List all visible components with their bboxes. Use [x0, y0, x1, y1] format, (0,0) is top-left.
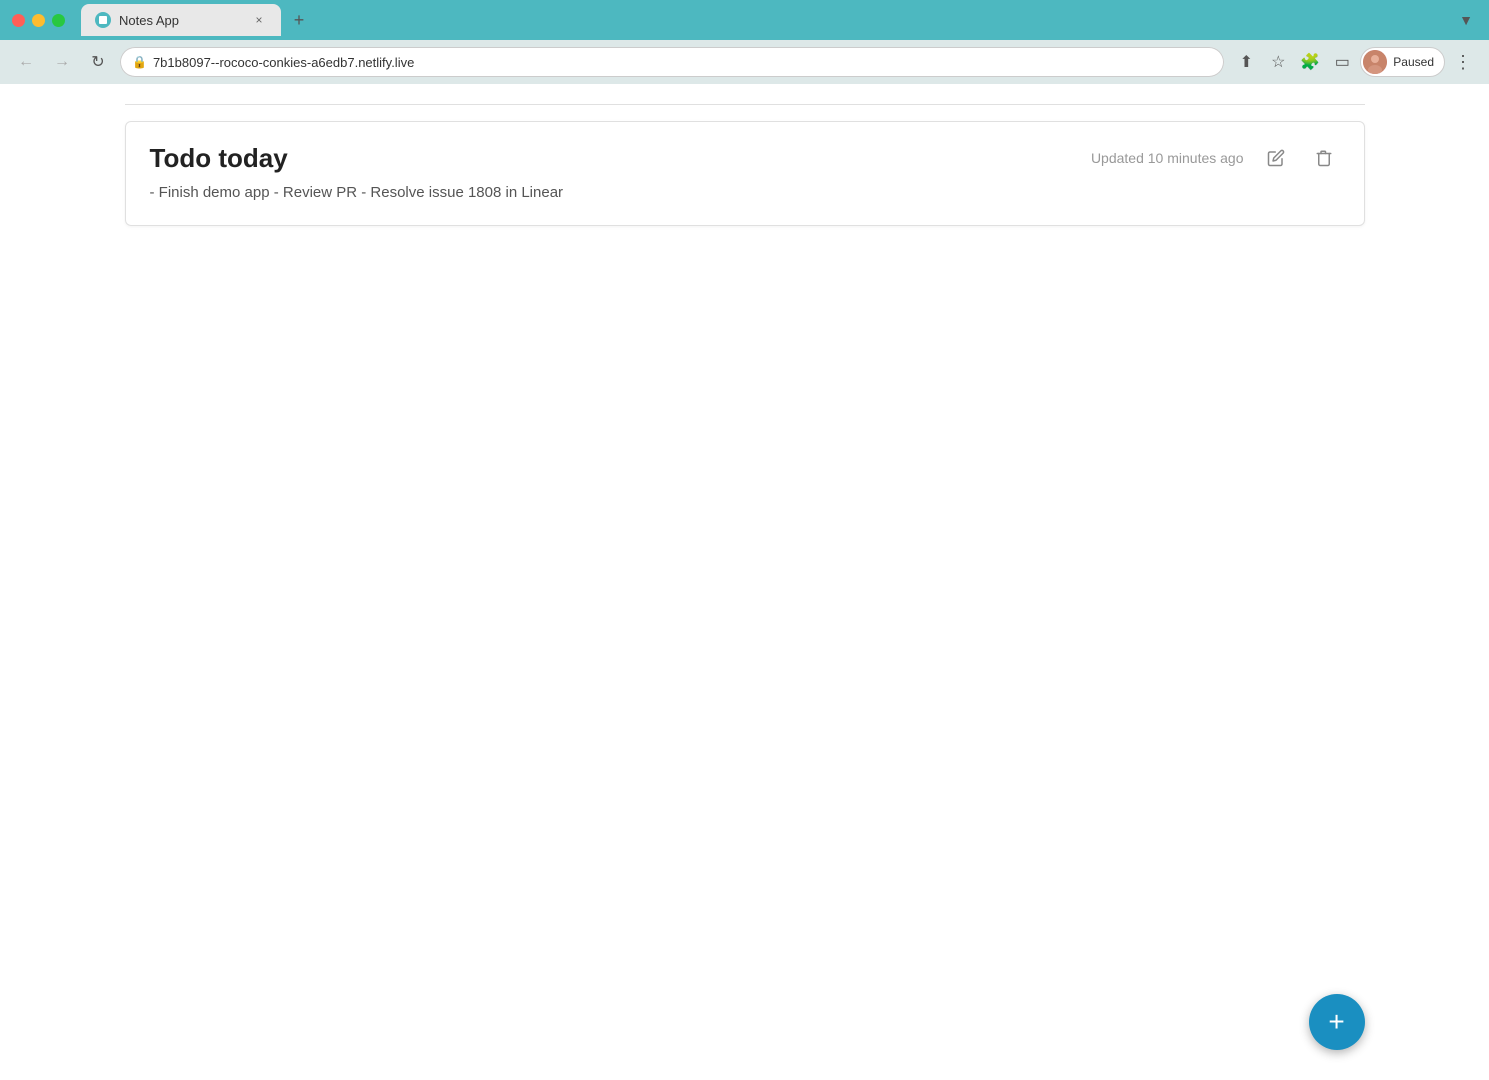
top-divider: [125, 104, 1365, 105]
url-text: 7b1b8097--rococo-conkies-a6edb7.netlify.…: [153, 55, 1212, 70]
back-button[interactable]: ←: [12, 48, 40, 76]
new-tab-button[interactable]: +: [285, 6, 313, 34]
page-content: Todo today Updated 10 minutes ago: [0, 84, 1489, 1080]
avatar: [1363, 50, 1387, 74]
more-icon: ⋮: [1454, 52, 1472, 73]
note-title: Todo today: [150, 143, 288, 174]
share-icon: ⬆: [1240, 52, 1253, 72]
reload-button[interactable]: ↻: [84, 48, 112, 76]
fab-container: +: [1309, 994, 1365, 1050]
close-traffic-light[interactable]: [12, 14, 25, 27]
active-tab[interactable]: Notes App ×: [81, 4, 281, 36]
sidebar-button[interactable]: ▭: [1328, 48, 1356, 76]
address-bar-row: ← → ↻ 🔒 7b1b8097--rococo-conkies-a6edb7.…: [0, 40, 1489, 84]
puzzle-icon: 🧩: [1300, 52, 1320, 72]
note-body: - Finish demo app - Review PR - Resolve …: [150, 182, 1340, 205]
note-card-header: Todo today Updated 10 minutes ago: [150, 142, 1340, 174]
note-updated-text: Updated 10 minutes ago: [1091, 150, 1244, 166]
more-menu-button[interactable]: ⋮: [1449, 48, 1477, 76]
tabs-area: Notes App × +: [81, 4, 1447, 36]
star-icon: ☆: [1271, 52, 1285, 72]
browser-window: Notes App × + ▼ ← → ↻ 🔒 7b1b8097--rococo…: [0, 0, 1489, 1080]
traffic-lights: [12, 14, 65, 27]
plus-icon: +: [1328, 1006, 1344, 1038]
lock-icon: 🔒: [132, 55, 147, 69]
edit-note-button[interactable]: [1260, 142, 1292, 174]
address-bar[interactable]: 🔒 7b1b8097--rococo-conkies-a6edb7.netlif…: [120, 47, 1224, 77]
note-card: Todo today Updated 10 minutes ago: [125, 121, 1365, 226]
maximize-traffic-light[interactable]: [52, 14, 65, 27]
window-dropdown-icon[interactable]: ▼: [1455, 8, 1477, 32]
user-status-label: Paused: [1393, 55, 1434, 69]
page-inner: Todo today Updated 10 minutes ago: [95, 84, 1395, 1080]
delete-note-button[interactable]: [1308, 142, 1340, 174]
extensions-button[interactable]: 🧩: [1296, 48, 1324, 76]
title-bar-right: ▼: [1455, 8, 1477, 32]
minimize-traffic-light[interactable]: [32, 14, 45, 27]
forward-button[interactable]: →: [48, 48, 76, 76]
note-meta: Updated 10 minutes ago: [1091, 142, 1340, 174]
add-note-button[interactable]: +: [1309, 994, 1365, 1050]
tab-close-button[interactable]: ×: [251, 12, 267, 28]
sidebar-icon: ▭: [1335, 52, 1350, 72]
bookmark-button[interactable]: ☆: [1264, 48, 1292, 76]
forward-icon: →: [54, 53, 70, 71]
user-profile-button[interactable]: Paused: [1360, 47, 1445, 77]
reload-icon: ↻: [91, 52, 104, 72]
tab-favicon: [95, 12, 111, 28]
tab-title: Notes App: [119, 13, 243, 28]
address-bar-actions: ⬆ ☆ 🧩 ▭ Paused: [1232, 47, 1477, 77]
back-icon: ←: [18, 53, 34, 71]
share-button[interactable]: ⬆: [1232, 48, 1260, 76]
title-bar: Notes App × + ▼: [0, 0, 1489, 40]
